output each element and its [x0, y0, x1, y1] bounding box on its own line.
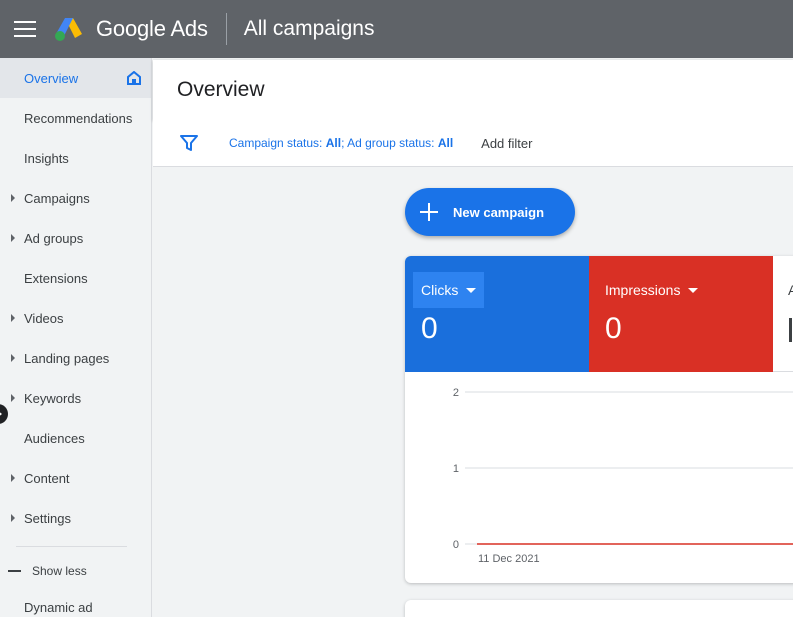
- sidebar-item-label: Ad groups: [24, 230, 84, 246]
- topbar-divider: [225, 13, 227, 45]
- sidebar-item-insights[interactable]: Insights: [0, 138, 151, 178]
- sidebar-item-label: Insights: [24, 150, 69, 166]
- google-ads-logo: [55, 18, 82, 41]
- show-less-button[interactable]: Show less: [0, 555, 151, 587]
- top-app-bar: Google Ads All campaigns: [0, 0, 793, 58]
- impressions-metric-selector[interactable]: Impressions: [597, 272, 706, 308]
- impressions-value: 0: [605, 312, 622, 345]
- clicks-label: Clicks: [421, 282, 459, 298]
- y-tick-label: 2: [453, 387, 459, 399]
- breadcrumb-all-campaigns[interactable]: All campaigns: [244, 17, 375, 41]
- y-tick-label: 0: [453, 539, 459, 551]
- ad-group-status-value: All: [437, 136, 454, 150]
- collapse-dash-icon: [8, 570, 21, 572]
- performance-card: Clicks 0 Impressions 0 A 2 1 0 11 Dec 2021: [405, 256, 793, 583]
- expand-caret-icon: [11, 514, 15, 522]
- clicks-value: 0: [421, 312, 438, 345]
- sidebar-item-label: Keywords: [24, 390, 82, 406]
- page-header: Overview: [153, 60, 793, 120]
- sidebar-item-label: Dynamic ad: [24, 599, 93, 615]
- sidebar-item-settings[interactable]: Settings: [0, 498, 151, 538]
- dropdown-arrow-icon: [466, 287, 477, 293]
- sidebar-item-dynamic-ad[interactable]: Dynamic ad: [0, 587, 151, 617]
- expand-caret-icon: [11, 394, 15, 402]
- sidebar-item-label: Recommendations: [24, 110, 133, 126]
- show-less-label: Show less: [32, 564, 87, 578]
- third-metric-value-fragment: [789, 318, 792, 342]
- sidebar-item-landing-pages[interactable]: Landing pages: [0, 338, 151, 378]
- sidebar-item-recommendations[interactable]: Recommendations: [0, 98, 151, 138]
- expand-caret-icon: [11, 314, 15, 322]
- page-title: Overview: [177, 78, 265, 101]
- filter-icon[interactable]: [180, 134, 198, 152]
- impressions-metric-tile[interactable]: Impressions 0: [589, 256, 773, 372]
- campaign-status-label: Campaign status:: [229, 136, 326, 150]
- expand-caret-icon: [11, 194, 15, 202]
- sidebar-item-campaigns[interactable]: Campaigns: [0, 178, 151, 218]
- x-tick-label: 11 Dec 2021: [478, 553, 540, 565]
- sidebar-divider: [16, 546, 127, 547]
- sidebar-item-content[interactable]: Content: [0, 458, 151, 498]
- chart-svg: 2 1 0 11 Dec 2021: [453, 387, 793, 565]
- clicks-metric-tile[interactable]: Clicks 0: [405, 256, 589, 372]
- sidebar-item-videos[interactable]: Videos: [0, 298, 151, 338]
- filter-bar: Campaign status: All; Ad group status: A…: [153, 120, 793, 167]
- ad-group-status-label: Ad group status:: [347, 136, 438, 150]
- third-metric-tile[interactable]: A: [773, 256, 793, 372]
- secondary-card: [405, 600, 793, 617]
- impressions-label: Impressions: [605, 282, 681, 298]
- home-icon: [127, 71, 141, 85]
- performance-chart: 2 1 0 11 Dec 2021: [405, 372, 793, 583]
- sidebar-item-label: Campaigns: [24, 190, 90, 206]
- y-tick-label: 1: [453, 463, 459, 475]
- new-campaign-button[interactable]: New campaign: [405, 188, 575, 236]
- brand-name: Google Ads: [96, 16, 208, 41]
- hamburger-menu-icon[interactable]: [14, 21, 36, 37]
- sidebar-item-label: Audiences: [24, 430, 85, 446]
- new-campaign-label: New campaign: [453, 204, 545, 220]
- expand-caret-icon: [11, 234, 15, 242]
- plus-icon: [420, 203, 438, 221]
- sidebar-item-audiences[interactable]: Audiences: [0, 418, 151, 458]
- expand-caret-icon: [11, 354, 15, 362]
- campaign-status-value: All: [325, 136, 342, 150]
- sidebar-item-label: Landing pages: [24, 350, 110, 366]
- sidebar-item-label: Content: [24, 470, 70, 486]
- expand-caret-icon: [11, 474, 15, 482]
- sidebar-item-label: Videos: [24, 310, 64, 326]
- clicks-metric-selector[interactable]: Clicks: [413, 272, 485, 308]
- sidebar-nav: Overview Recommendations Insights Campai…: [0, 58, 152, 617]
- add-filter-button[interactable]: Add filter: [481, 136, 532, 151]
- sidebar-item-ad-groups[interactable]: Ad groups: [0, 218, 151, 258]
- sidebar-item-label: Settings: [24, 510, 71, 526]
- sidebar-item-keywords[interactable]: Keywords: [0, 378, 151, 418]
- sidebar-item-label: Extensions: [24, 270, 88, 286]
- sidebar-item-overview[interactable]: Overview: [0, 58, 151, 98]
- dropdown-arrow-icon: [688, 287, 699, 293]
- third-metric-label: A: [788, 282, 793, 298]
- sidebar-item-extensions[interactable]: Extensions: [0, 258, 151, 298]
- active-filters[interactable]: Campaign status: All; Ad group status: A…: [229, 136, 453, 150]
- sidebar-item-label: Overview: [24, 70, 79, 86]
